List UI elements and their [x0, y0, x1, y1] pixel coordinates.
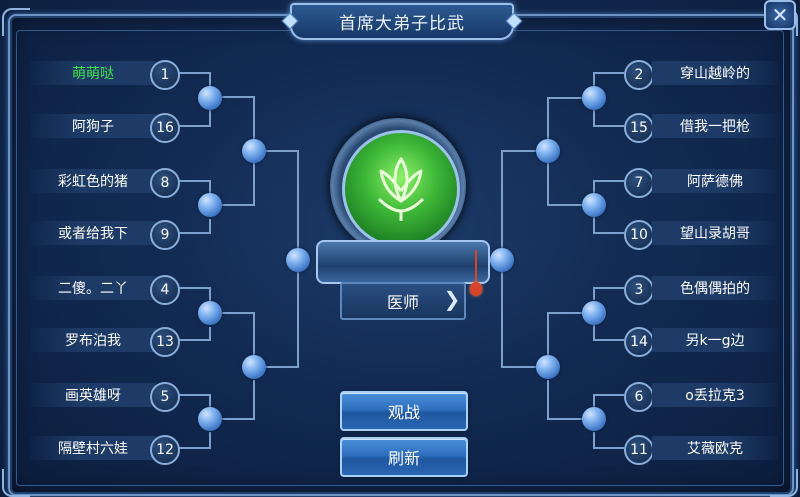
seed-badge: 4 [150, 275, 180, 305]
player-name-right-8[interactable]: 艾薇欧克 [652, 436, 778, 460]
player-name-left-3[interactable]: 彩虹色的猪 [30, 169, 156, 193]
seed-badge: 1 [150, 60, 180, 90]
match-node-left-r2-1[interactable] [242, 139, 266, 163]
match-node-left-r1-2[interactable] [198, 193, 222, 217]
player-name-right-5[interactable]: 色偶偶拍的 [652, 276, 778, 300]
player-name-left-7[interactable]: 画英雄呀 [30, 383, 156, 407]
player-name-right-7[interactable]: o丢拉克3 [652, 383, 778, 407]
match-node-right-r1-1[interactable] [582, 86, 606, 110]
seed-badge: 9 [150, 220, 180, 250]
seed-badge: 5 [150, 382, 180, 412]
class-emblem [342, 130, 460, 248]
seed-badge: 16 [150, 113, 180, 143]
seed-badge: 11 [624, 435, 654, 465]
scroll-ornament [316, 240, 490, 284]
player-name-right-1[interactable]: 穿山越岭的 [652, 61, 778, 85]
seed-badge: 8 [150, 168, 180, 198]
player-name-left-2[interactable]: 阿狗子 [30, 114, 156, 138]
seed-badge: 2 [624, 60, 654, 90]
match-node-right-final[interactable] [490, 248, 514, 272]
match-node-right-r2-1[interactable] [536, 139, 560, 163]
chevron-right-icon[interactable]: ❯ [442, 286, 462, 312]
match-node-left-r1-3[interactable] [198, 301, 222, 325]
seed-badge: 14 [624, 327, 654, 357]
player-name-right-4[interactable]: 望山录胡哥 [652, 221, 778, 245]
match-node-right-r1-4[interactable] [582, 407, 606, 431]
player-name-left-8[interactable]: 隔壁村六娃 [30, 436, 156, 460]
lotus-icon [377, 157, 425, 221]
watch-button[interactable]: 观战 [340, 391, 468, 431]
player-name-left-5[interactable]: 二傻。二丫 [30, 276, 156, 300]
tassel-cord [475, 250, 477, 282]
match-node-left-final[interactable] [286, 248, 310, 272]
seed-badge: 13 [150, 327, 180, 357]
player-name-left-1[interactable]: 萌萌哒 [30, 61, 156, 85]
match-node-right-r1-2[interactable] [582, 193, 606, 217]
refresh-button[interactable]: 刷新 [340, 437, 468, 477]
seed-badge: 12 [150, 435, 180, 465]
player-name-right-6[interactable]: 另k一g边 [652, 328, 778, 352]
match-node-left-r1-1[interactable] [198, 86, 222, 110]
bracket-window: 首席大弟子比武 ✕ 萌萌哒 1 阿狗子 16 彩虹色的猪 8 或者给我下 9 二… [0, 0, 800, 497]
tassel-ornament [470, 282, 482, 296]
player-name-right-2[interactable]: 借我一把枪 [652, 114, 778, 138]
player-name-left-4[interactable]: 或者给我下 [30, 221, 156, 245]
match-node-right-r1-3[interactable] [582, 301, 606, 325]
class-label: 医师 [386, 293, 419, 312]
seed-badge: 6 [624, 382, 654, 412]
seed-badge: 3 [624, 275, 654, 305]
seed-badge: 10 [624, 220, 654, 250]
seed-badge: 7 [624, 168, 654, 198]
match-node-left-r2-2[interactable] [242, 355, 266, 379]
match-node-right-r2-2[interactable] [536, 355, 560, 379]
match-node-left-r1-4[interactable] [198, 407, 222, 431]
seed-badge: 15 [624, 113, 654, 143]
player-name-left-6[interactable]: 罗布泊我 [30, 328, 156, 352]
player-name-right-3[interactable]: 阿萨德佛 [652, 169, 778, 193]
